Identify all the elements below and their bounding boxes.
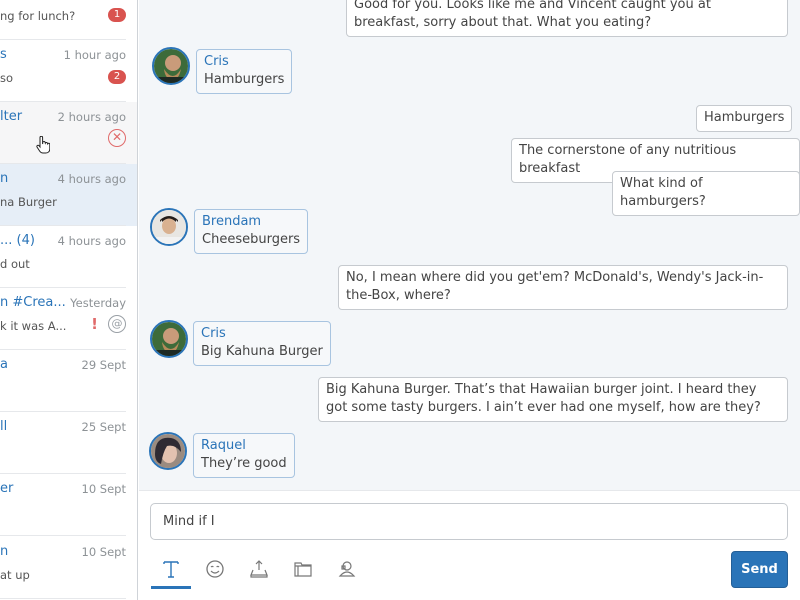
conversation-name: lter bbox=[0, 109, 23, 124]
message-incoming: Cris Big Kahuna Burger bbox=[193, 321, 331, 366]
conversation-name: a bbox=[0, 357, 8, 372]
important-icon: ! bbox=[91, 315, 98, 333]
conversation-time: 4 hours ago bbox=[57, 172, 126, 186]
conversation-name: n bbox=[0, 544, 9, 559]
conversation-time: 1 hour ago bbox=[63, 48, 126, 62]
hand-cursor-icon bbox=[36, 136, 50, 154]
conversation-time: 10 Sept bbox=[81, 482, 126, 496]
text-format-button[interactable] bbox=[159, 557, 183, 581]
folder-icon bbox=[294, 562, 312, 577]
conversation-time: 29 Sept bbox=[81, 358, 126, 372]
conversation-time: 25 Sept bbox=[81, 420, 126, 434]
message-text: Big Kahuna Burger. That’s that Hawaiian … bbox=[326, 382, 761, 415]
avatar-raquel[interactable] bbox=[149, 432, 187, 470]
conversation-item[interactable]: ... (4) 4 hours ago d out bbox=[0, 226, 137, 288]
conversation-time: 10 Sept bbox=[81, 545, 126, 559]
sender-name: Cris bbox=[201, 326, 226, 341]
message-text: They’re good bbox=[201, 456, 287, 471]
conversation-item[interactable]: n 10 Sept at up bbox=[0, 537, 137, 599]
avatar-brendam[interactable] bbox=[150, 208, 188, 246]
unread-badge: 1 bbox=[108, 8, 126, 22]
conversation-item-active[interactable]: n 4 hours ago na Burger bbox=[0, 164, 137, 226]
unread-badge: 2 bbox=[108, 70, 126, 84]
video-call-button[interactable] bbox=[335, 557, 359, 581]
conversation-name: n #Crea... bbox=[0, 295, 66, 310]
send-button[interactable]: Send bbox=[731, 551, 788, 588]
conversation-item[interactable]: Just now ng for lunch? 1 bbox=[0, 0, 137, 40]
message-outgoing: No, I mean where did you get'em? McDonal… bbox=[338, 265, 788, 310]
video-call-icon bbox=[338, 561, 356, 577]
message-outgoing: Hamburgers bbox=[696, 105, 793, 132]
upload-icon bbox=[250, 560, 268, 578]
message-text: No, I mean where did you get'em? McDonal… bbox=[346, 270, 764, 303]
emoji-icon bbox=[206, 560, 224, 578]
conversation-preview: na Burger bbox=[0, 195, 57, 209]
conversation-item[interactable]: n #Crea... Yesterday k it was A... ! @ bbox=[0, 288, 137, 350]
conversation-time: 4 hours ago bbox=[57, 234, 126, 248]
message-text: Good for you. Looks like me and Vincent … bbox=[354, 0, 711, 30]
message-composer: Send bbox=[139, 490, 800, 600]
message-thread: Good for you. Looks like me and Vincent … bbox=[139, 0, 800, 490]
message-incoming: Cris Hamburgers bbox=[196, 49, 293, 94]
conversation-name: er bbox=[0, 481, 14, 496]
sender-name: Brendam bbox=[202, 214, 262, 229]
message-outgoing: Good for you. Looks like me and Vincent … bbox=[346, 0, 788, 37]
conversation-item[interactable]: ll 25 Sept bbox=[0, 412, 137, 474]
message-text: What kind of hamburgers? bbox=[620, 176, 706, 209]
conversation-time: 2 hours ago bbox=[57, 110, 126, 124]
message-text: Cheeseburgers bbox=[202, 232, 301, 247]
conversation-preview: ng for lunch? bbox=[0, 9, 76, 23]
folder-button[interactable] bbox=[291, 557, 315, 581]
conversation-preview: at up bbox=[0, 568, 30, 582]
conversation-item[interactable]: er 10 Sept bbox=[0, 474, 137, 536]
conversation-item[interactable]: s 1 hour ago so 2 bbox=[0, 40, 137, 102]
conversation-time: Yesterday bbox=[70, 296, 126, 310]
conversation-name: n bbox=[0, 171, 9, 186]
avatar-cris[interactable] bbox=[150, 320, 188, 358]
avatar-cris[interactable] bbox=[152, 47, 190, 85]
message-text: Big Kahuna Burger bbox=[201, 344, 323, 359]
message-incoming: Brendam Cheeseburgers bbox=[194, 209, 309, 254]
conversation-name: s bbox=[0, 47, 7, 62]
emoji-button[interactable] bbox=[203, 557, 227, 581]
mention-icon: @ bbox=[108, 315, 126, 333]
message-text: Hamburgers bbox=[704, 110, 785, 125]
message-text: Hamburgers bbox=[204, 72, 285, 87]
conversation-name: ... (4) bbox=[0, 233, 35, 248]
text-format-icon bbox=[163, 561, 179, 578]
conversation-preview: so bbox=[0, 71, 14, 85]
conversation-list: Just now ng for lunch? 1 s 1 hour ago so… bbox=[0, 0, 138, 600]
message-input[interactable] bbox=[150, 503, 788, 540]
close-circle-icon[interactable]: ✕ bbox=[108, 129, 126, 147]
conversation-item[interactable]: lter 2 hours ago ✕ bbox=[0, 102, 137, 164]
active-tool-indicator bbox=[151, 586, 191, 589]
message-outgoing: What kind of hamburgers? bbox=[612, 171, 800, 216]
conversation-preview: d out bbox=[0, 257, 30, 271]
conversation-name: ll bbox=[0, 419, 8, 434]
conversation-item[interactable]: a 29 Sept bbox=[0, 350, 137, 412]
message-incoming: Raquel They’re good bbox=[193, 433, 295, 478]
conversation-preview: k it was A... bbox=[0, 319, 67, 333]
sender-name: Raquel bbox=[201, 438, 246, 453]
upload-button[interactable] bbox=[247, 557, 271, 581]
message-outgoing: Big Kahuna Burger. That’s that Hawaiian … bbox=[318, 377, 788, 422]
sender-name: Cris bbox=[204, 54, 229, 69]
